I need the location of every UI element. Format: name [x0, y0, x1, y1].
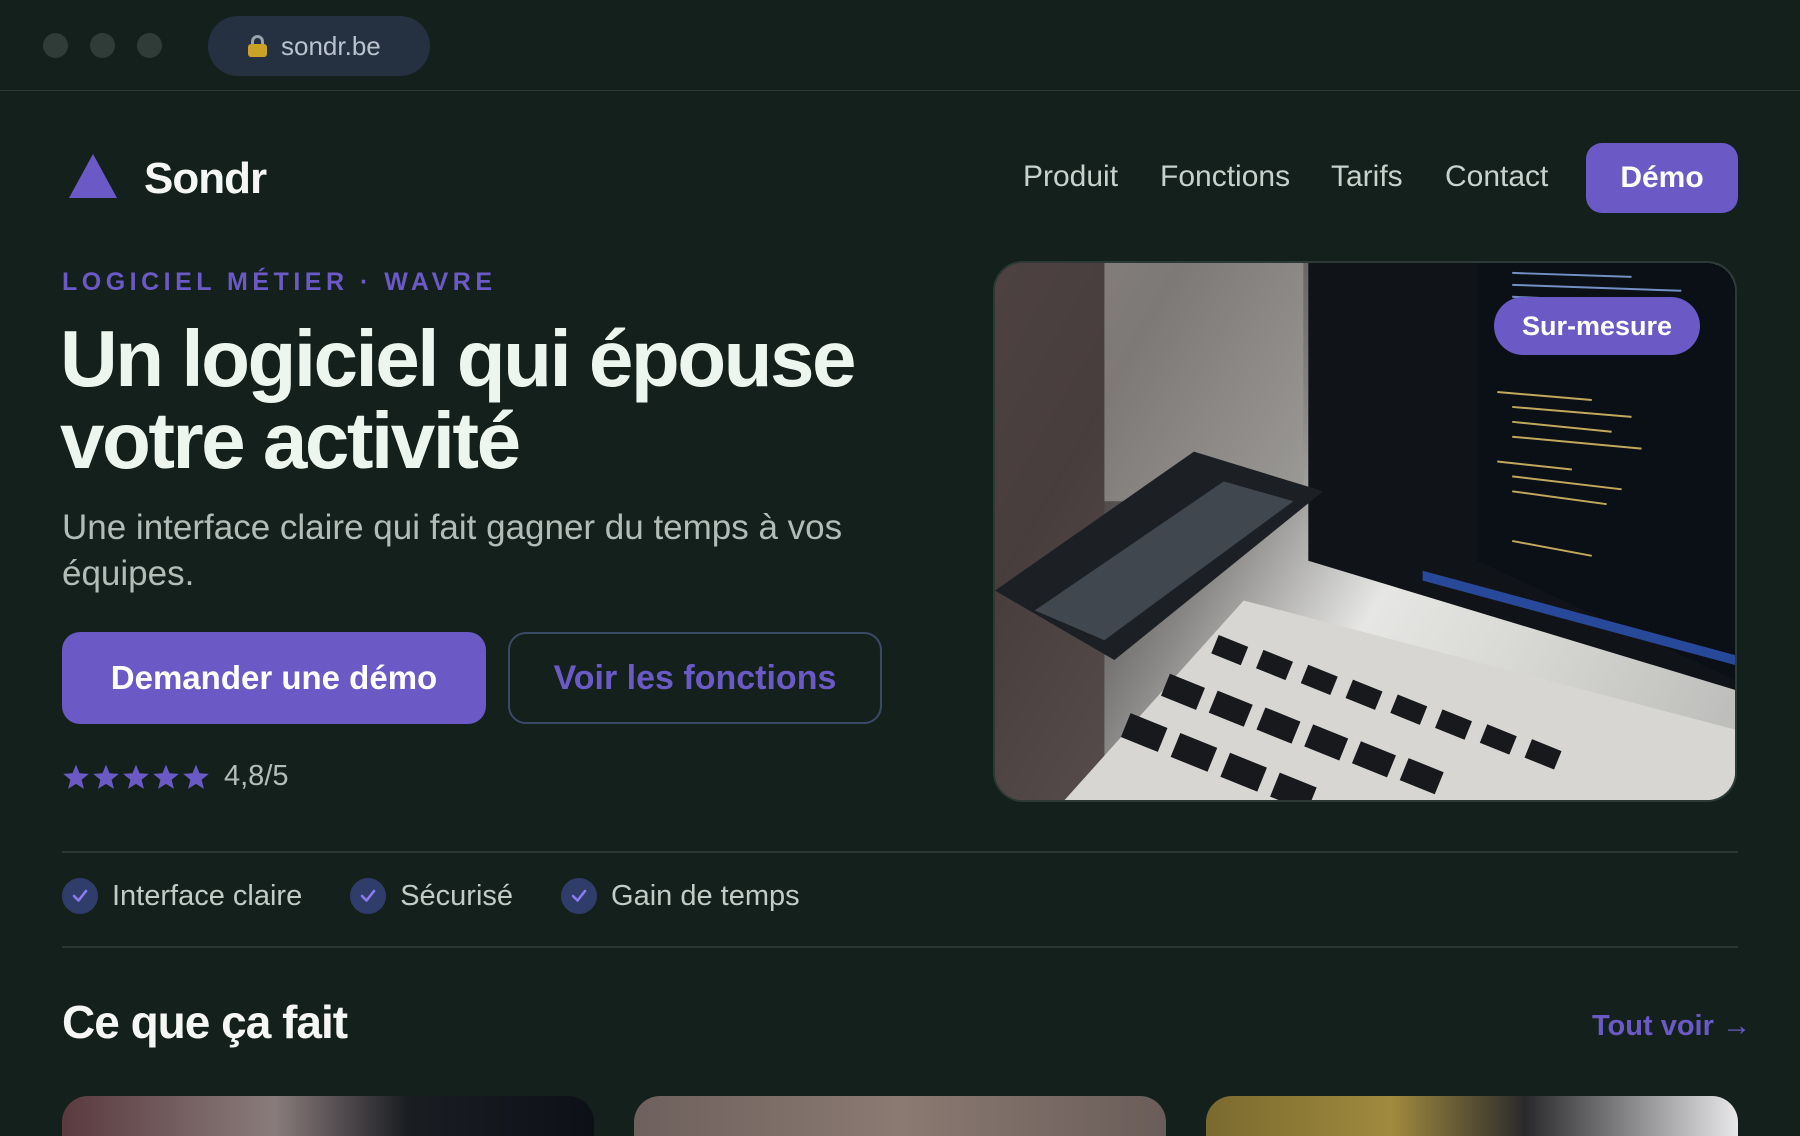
- logo-text[interactable]: Sondr: [144, 154, 267, 204]
- star-icon: [63, 764, 89, 789]
- browser-toolbar: sondr.be: [0, 0, 1800, 91]
- check-icon: [62, 878, 98, 914]
- divider: [62, 851, 1738, 853]
- nav-link-tarifs[interactable]: Tarifs: [1331, 160, 1403, 194]
- star-icon: [123, 764, 149, 789]
- request-demo-button[interactable]: Demander une démo: [62, 632, 486, 724]
- feature-item: Sécurisé: [350, 878, 513, 914]
- site-header: Sondr Produit Fonctions Tarifs Contact D…: [0, 140, 1800, 214]
- feature-label: Interface claire: [112, 879, 303, 912]
- feature-card-image[interactable]: [1206, 1096, 1738, 1136]
- url-text: sondr.be: [281, 30, 381, 61]
- divider: [62, 946, 1738, 948]
- see-features-button[interactable]: Voir les fonctions: [508, 632, 882, 724]
- address-bar[interactable]: sondr.be: [208, 16, 430, 76]
- check-icon: [561, 878, 598, 914]
- feature-card-image[interactable]: [634, 1096, 1166, 1136]
- demo-button[interactable]: Démo: [1586, 143, 1738, 213]
- hero-eyebrow: LOGICIEL MÉTIER · WAVRE: [62, 268, 497, 296]
- see-all-link[interactable]: Tout voir →: [1592, 1010, 1751, 1043]
- feature-item: Interface claire: [62, 878, 302, 914]
- hero-title: Un logiciel qui épouse votre activité: [60, 314, 856, 485]
- star-icon: [153, 764, 179, 789]
- feature-list: Interface claire Sécurisé Gain de temps: [62, 878, 848, 914]
- window-minimize-button[interactable]: [90, 33, 115, 58]
- hero-subtitle: Une interface claire qui fait gagner du …: [62, 508, 843, 593]
- section-title: Ce que ça fait: [62, 996, 348, 1048]
- window-close-button[interactable]: [43, 33, 68, 58]
- rating: 4,8/5: [62, 760, 289, 793]
- check-icon: [350, 878, 387, 914]
- star-icon: [93, 764, 119, 789]
- window-maximize-button[interactable]: [137, 33, 162, 58]
- nav-link-contact[interactable]: Contact: [1445, 160, 1548, 194]
- rating-value: 4,8/5: [224, 760, 289, 792]
- feature-item: Gain de temps: [561, 878, 800, 914]
- custom-badge: Sur-mesure: [1494, 297, 1700, 355]
- feature-label: Sécurisé: [400, 879, 514, 912]
- nav-link-fonctions[interactable]: Fonctions: [1160, 160, 1290, 194]
- triangle-logo-icon[interactable]: [69, 154, 117, 198]
- star-icon: [183, 764, 209, 789]
- lock-icon: [248, 35, 267, 57]
- feature-label: Gain de temps: [611, 879, 800, 912]
- nav-link-produit[interactable]: Produit: [1023, 160, 1118, 194]
- feature-card-image[interactable]: [62, 1096, 594, 1136]
